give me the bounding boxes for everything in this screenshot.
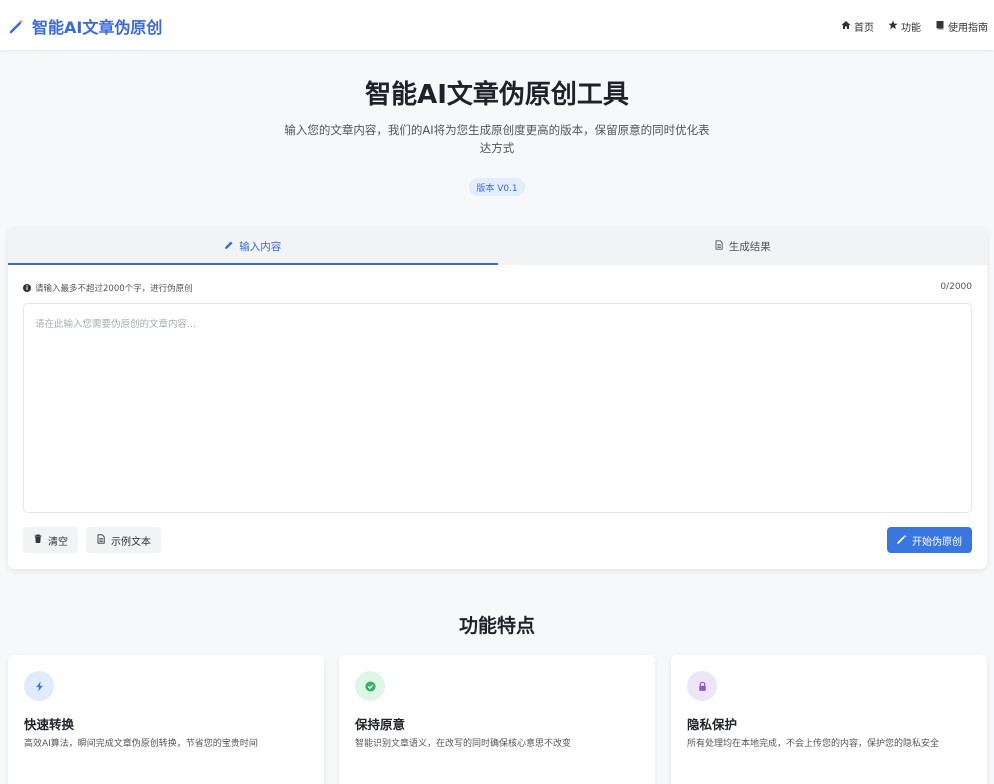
feature-card-privacy: 隐私保护 所有处理均在本地完成，不会上传您的内容，保护您的隐私安全 [671, 655, 987, 784]
feature-name: 隐私保护 [687, 717, 738, 732]
start-label: 开始伪原创 [912, 536, 962, 548]
nav-menu: 首页 功能 使用指南 [841, 19, 988, 34]
feature-desc: 所有处理均在本地完成，不会上传您的内容，保护您的隐私安全 [687, 739, 940, 749]
star-icon [888, 20, 898, 33]
pencil-icon [224, 240, 234, 253]
lock-icon [687, 671, 717, 701]
input-hint-row: i 请输入最多不超过2000个字，进行伪原创 0/2000 [23, 282, 972, 294]
feature-name: 保持原意 [355, 717, 406, 732]
trash-icon [33, 534, 43, 547]
nav-item-guide[interactable]: 使用指南 [935, 19, 988, 34]
tab-label: 生成结果 [728, 240, 771, 253]
magic-wand-icon [897, 534, 907, 547]
feature-desc: 高效AI算法，瞬间完成文章伪原创转换，节省您的宝贵时间 [24, 739, 258, 749]
feature-name: 快速转换 [24, 717, 75, 732]
sample-text-button[interactable]: 示例文本 [86, 527, 161, 553]
char-counter: 0/2000 [940, 282, 972, 292]
top-navbar: 智能AI文章伪原创 首页 功能 使用指南 [0, 0, 994, 50]
features-title: 功能特点 [458, 615, 535, 637]
nav-item-label: 首页 [854, 23, 874, 34]
logo-text: 智能AI文章伪原创 [32, 18, 163, 37]
page-title: 智能AI文章伪原创工具 [365, 80, 629, 110]
clear-label: 清空 [48, 536, 68, 548]
nav-item-label: 功能 [901, 23, 921, 34]
bolt-icon [24, 671, 54, 701]
feature-card-meaning: 保持原意 智能识别文章语义，在改写的同时确保核心意思不改变 [339, 655, 655, 784]
version-badge: 版本 V0.1 [469, 178, 525, 196]
feature-desc: 智能识别文章语义，在改写的同时确保核心意思不改变 [355, 739, 572, 749]
check-circle-icon [355, 671, 385, 701]
tab-input[interactable]: 输入内容 [8, 227, 498, 265]
book-icon [935, 20, 945, 33]
tab-result[interactable]: 生成结果 [498, 227, 988, 265]
document-icon [96, 533, 106, 547]
sample-label: 示例文本 [111, 536, 151, 548]
feature-card-fast: 快速转换 高效AI算法，瞬间完成文章伪原创转换，节省您的宝贵时间 [8, 655, 324, 784]
article-input[interactable] [23, 303, 972, 513]
editor-card: 输入内容 生成结果 i 请输入最多不超过2000个字，进行伪原创 0/2000 … [8, 227, 987, 569]
logo[interactable]: 智能AI文章伪原创 [8, 14, 162, 38]
start-rewrite-button[interactable]: 开始伪原创 [887, 527, 972, 553]
input-hint: 请输入最多不超过2000个字，进行伪原创 [35, 284, 193, 294]
document-icon [714, 239, 724, 253]
tab-label: 输入内容 [239, 240, 282, 253]
info-icon: i [23, 284, 31, 292]
nav-item-label: 使用指南 [948, 23, 988, 34]
page-subtitle: 输入您的文章内容，我们的AI将为您生成原创度更高的版本，保留原意的同时优化表达方… [284, 123, 710, 155]
nav-item-features[interactable]: 功能 [888, 19, 921, 34]
tab-bar: 输入内容 生成结果 [8, 227, 987, 265]
home-icon [841, 20, 851, 33]
clear-button[interactable]: 清空 [23, 527, 78, 553]
magic-wand-icon [8, 17, 26, 35]
nav-item-home[interactable]: 首页 [841, 19, 874, 34]
